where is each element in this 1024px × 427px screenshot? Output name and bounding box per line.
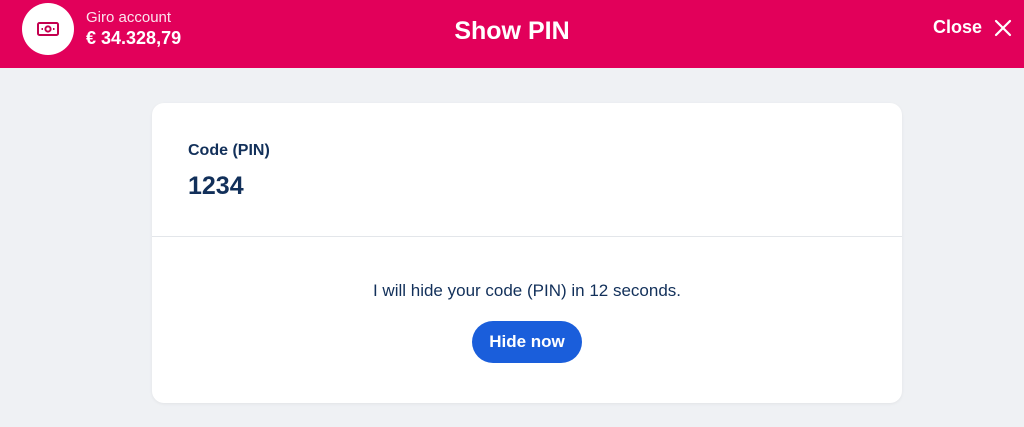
close-button[interactable]: Close <box>933 17 1012 38</box>
account-avatar[interactable] <box>22 3 74 55</box>
account-balance: € 34.328,79 <box>86 28 182 48</box>
pin-card: Code (PIN) 1234 I will hide your code (P… <box>152 103 902 403</box>
account-text: Giro account € 34.328,79 <box>86 9 181 49</box>
hide-countdown-message: I will hide your code (PIN) in 12 second… <box>372 281 682 300</box>
pin-value: 1234 <box>188 172 244 200</box>
hide-now-button[interactable]: Hide now <box>472 321 582 363</box>
account-summary: Giro account € 34.328,79 <box>22 3 181 55</box>
pin-section: Code (PIN) 1234 <box>152 103 902 237</box>
app-header: Giro account € 34.328,79 Show PIN Close <box>0 0 1024 68</box>
pin-label: Code (PIN) <box>188 142 270 159</box>
hide-section: I will hide your code (PIN) in 12 second… <box>152 237 902 363</box>
account-name: Giro account <box>86 9 172 26</box>
close-icon <box>994 19 1012 36</box>
banknote-icon <box>37 22 59 36</box>
close-label: Close <box>932 17 982 37</box>
